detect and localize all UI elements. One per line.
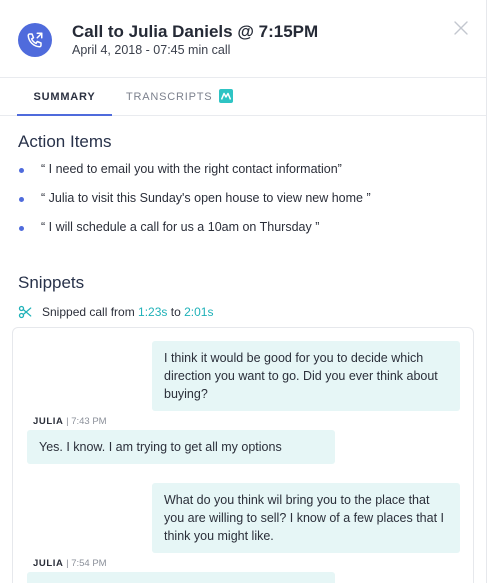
message-meta: JULIA | 7:54 PM	[33, 558, 107, 569]
snippet-end-time[interactable]: 2:01s	[184, 305, 213, 319]
message-time: | 7:54 PM	[63, 558, 107, 569]
snippet-transcript[interactable]: I think it would be good for you to deci…	[12, 327, 474, 583]
snippets-heading: Snippets	[18, 273, 85, 292]
message-meta: JULIA | 7:43 PM	[33, 416, 107, 427]
speaker-name: JULIA	[33, 416, 64, 427]
list-item: “ I need to email you with the right con…	[18, 162, 478, 191]
action-items-heading: Action Items	[18, 132, 112, 151]
snippet-range: Snipped call from 1:23s to 2:01s	[18, 304, 213, 320]
close-icon[interactable]	[452, 19, 470, 37]
list-item: “ Julia to visit this Sunday's open hous…	[18, 191, 478, 220]
message-incoming: Yes. I know. I am trying to get all my o…	[27, 430, 335, 464]
page-title: Call to Julia Daniels @ 7:15PM	[72, 22, 319, 41]
message-outgoing: I think it would be good for you to deci…	[152, 341, 460, 411]
action-item-text: “ Julia to visit this Sunday's open hous…	[41, 191, 371, 205]
snippet-start-time[interactable]: 1:23s	[138, 305, 167, 319]
action-item-text: “ I will schedule a call for us a 10am o…	[41, 220, 320, 234]
tab-transcripts-label: TRANSCRIPTS	[126, 91, 213, 103]
bullet-icon	[19, 226, 24, 231]
action-items-list: “ I need to email you with the right con…	[18, 162, 478, 249]
action-item-text: “ I need to email you with the right con…	[41, 162, 342, 176]
list-item: “ I will schedule a call for us a 10am o…	[18, 220, 478, 249]
call-date-duration: April 4, 2018 - 07:45 min call	[72, 43, 231, 57]
tab-bar: SUMMARY TRANSCRIPTS	[0, 78, 486, 116]
snippet-joiner: to	[167, 305, 185, 319]
phone-outgoing-icon	[18, 23, 52, 57]
snippet-prefix: Snipped call from	[42, 305, 139, 319]
tab-transcripts[interactable]: TRANSCRIPTS	[126, 78, 234, 116]
bullet-icon	[19, 197, 24, 202]
tab-summary[interactable]: SUMMARY	[17, 78, 112, 116]
logo-m-icon	[219, 89, 234, 103]
message-incoming	[27, 572, 335, 583]
message-time: | 7:43 PM	[63, 416, 107, 427]
scissors-icon	[18, 305, 32, 319]
message-outgoing: What do you think wil bring you to the p…	[152, 483, 460, 553]
call-summary-panel: Call to Julia Daniels @ 7:15PM April 4, …	[0, 0, 487, 583]
call-header: Call to Julia Daniels @ 7:15PM April 4, …	[0, 0, 486, 78]
speaker-name: JULIA	[33, 558, 64, 569]
close-button[interactable]	[452, 19, 470, 37]
bullet-icon	[19, 168, 24, 173]
